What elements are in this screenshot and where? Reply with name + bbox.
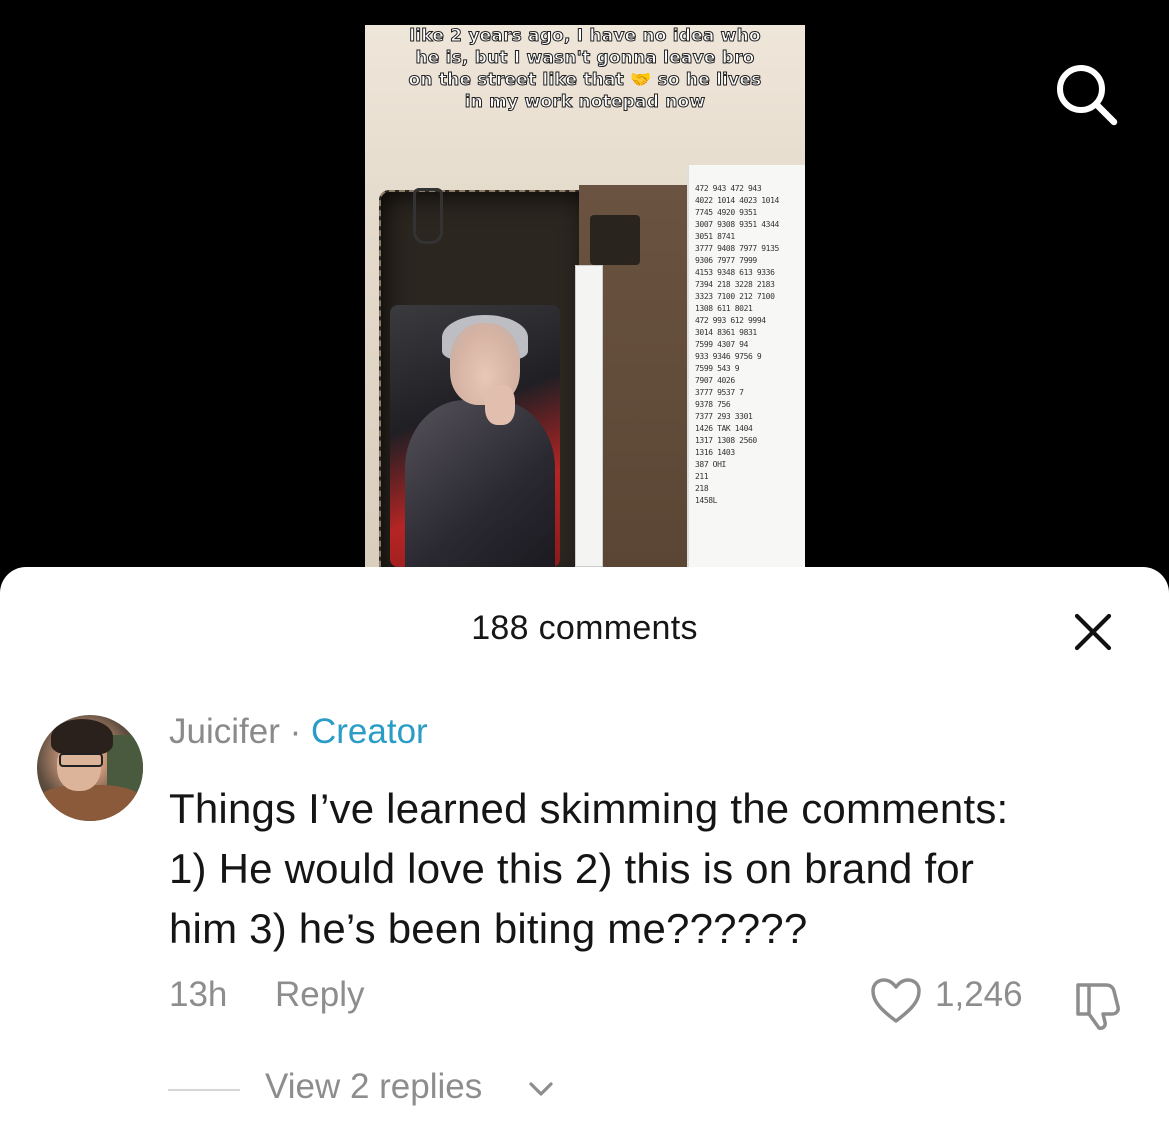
binder-clip bbox=[413, 188, 443, 244]
notebook-image: 472 943 472 943 4022 1014 4023 1014 7745… bbox=[687, 165, 805, 585]
photocard-body bbox=[405, 400, 555, 567]
comments-sheet: 188 comments Juicifer · Creator Things I… bbox=[0, 567, 1169, 1128]
video-player[interactable]: 472 943 472 943 4022 1014 4023 1014 7745… bbox=[0, 0, 1169, 600]
wallet-strap bbox=[590, 215, 640, 265]
reply-button[interactable]: Reply bbox=[275, 975, 364, 1015]
comment-text-line: 1) He would love this 2) this is on bran… bbox=[169, 845, 975, 892]
comments-count-title: 188 comments bbox=[471, 609, 698, 647]
video-caption: like 2 years ago, I have no idea who he … bbox=[365, 25, 805, 113]
dislike-icon[interactable] bbox=[1072, 977, 1126, 1031]
separator-dot: · bbox=[289, 712, 302, 751]
search-icon[interactable] bbox=[1054, 62, 1118, 126]
like-count: 1,246 bbox=[935, 975, 1023, 1014]
username[interactable]: Juicifer bbox=[169, 712, 280, 751]
heart-icon[interactable] bbox=[870, 977, 922, 1025]
avatar-glasses bbox=[59, 753, 103, 767]
avatar-shirt bbox=[37, 785, 143, 821]
caption-line: in my work notepad now bbox=[464, 92, 706, 113]
video-frame[interactable]: 472 943 472 943 4022 1014 4023 1014 7745… bbox=[365, 25, 805, 585]
caption-line: he is, but I wasn't gonna leave bro bbox=[415, 48, 755, 69]
comment-text-line: Things I’ve learned skimming the comment… bbox=[169, 785, 1009, 832]
divider bbox=[168, 1089, 240, 1091]
notebook-scribbles: 472 943 472 943 4022 1014 4023 1014 7745… bbox=[695, 184, 779, 505]
caption-line: on the street like that 🤝 so he lives bbox=[408, 70, 762, 91]
timestamp: 13h bbox=[169, 975, 228, 1014]
photocard-hand bbox=[485, 385, 515, 425]
caption-line: like 2 years ago, I have no idea who bbox=[409, 26, 761, 47]
photocard-image bbox=[390, 305, 560, 567]
chevron-down-icon[interactable] bbox=[528, 1079, 554, 1099]
avatar-hair bbox=[51, 719, 113, 755]
creator-badge: Creator bbox=[311, 712, 428, 751]
view-replies-button[interactable]: View 2 replies bbox=[265, 1067, 482, 1107]
close-icon[interactable] bbox=[1073, 612, 1113, 652]
avatar[interactable] bbox=[37, 715, 143, 821]
comment-text-line: him 3) he’s been biting me?????? bbox=[169, 905, 808, 952]
comment-text: Things I’ve learned skimming the comment… bbox=[169, 779, 1129, 959]
paper-strip bbox=[575, 265, 603, 567]
comment-header: Juicifer · Creator bbox=[169, 711, 428, 753]
